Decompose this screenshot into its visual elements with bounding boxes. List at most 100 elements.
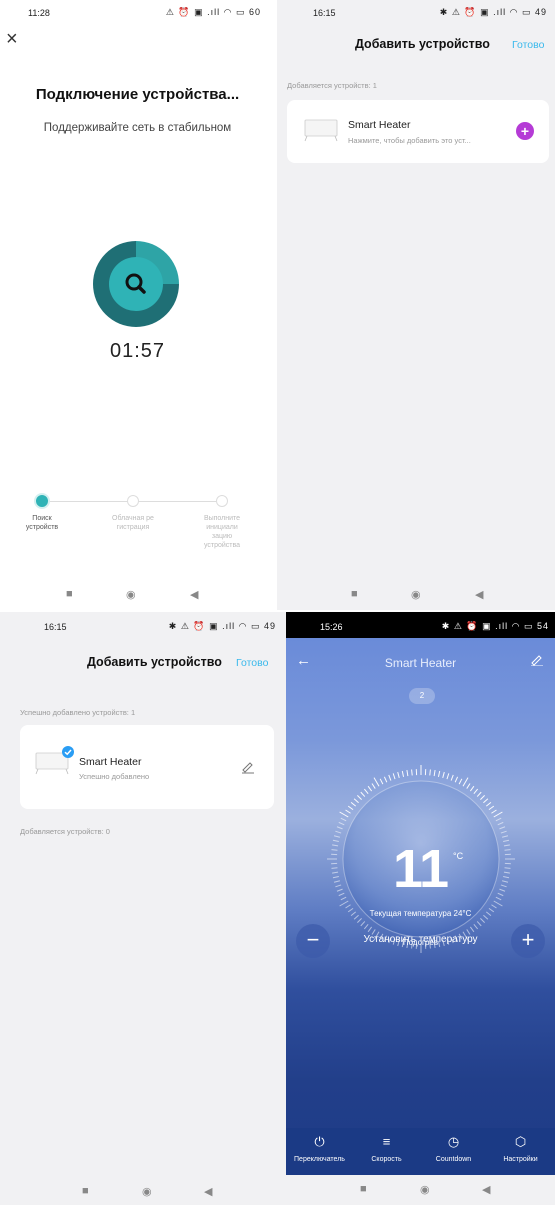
status-time: 15:26 xyxy=(320,622,343,632)
adding-count: Добавляется устройств: 0 xyxy=(20,827,110,836)
home-icon[interactable]: ◉ xyxy=(411,588,421,601)
status-bar: 16:15 ✱ ⚠ ⏰ ▣ .ıll ◠ ▭ 49 xyxy=(0,612,286,638)
target-temperature: 11 xyxy=(392,839,449,899)
device-hint: Нажмите, чтобы добавить это уст... xyxy=(348,136,471,145)
step-dot-search xyxy=(36,495,48,507)
dial-tick xyxy=(360,791,366,797)
step-label-init: Выполните инициали зацию устройства xyxy=(203,515,241,549)
back-icon[interactable]: ◀ xyxy=(475,588,483,601)
step-dot-cloud xyxy=(127,495,139,507)
dial-tick xyxy=(350,801,357,807)
device-added-screen: 16:15 ✱ ⚠ ⏰ ▣ .ıll ◠ ▭ 49 Добавить устро… xyxy=(0,612,286,1205)
device-name: Smart Heater xyxy=(348,119,411,131)
device-name: Smart Heater xyxy=(79,756,142,768)
dial-tick xyxy=(335,830,342,834)
status-bar: 11:28 ⚠ ⏰ ▣ .ıll ◠ ▭ 60 xyxy=(0,0,275,26)
edit-icon[interactable] xyxy=(241,760,255,774)
recent-apps-icon[interactable]: ■ xyxy=(66,588,73,600)
settings-button[interactable]: ⬡ Настройки xyxy=(487,1134,554,1163)
dial-tick xyxy=(353,798,359,804)
current-temperature: Текущая температура 24°C xyxy=(369,909,472,918)
dial-tick xyxy=(379,778,384,785)
speed-label: Скорость xyxy=(371,1156,402,1163)
recent-apps-icon[interactable]: ■ xyxy=(360,1183,367,1195)
adding-count: Добавляется устройств: 1 xyxy=(287,81,377,90)
dial-tick xyxy=(397,771,400,778)
status-icons: ✱ ⚠ ⏰ ▣ .ıll ◠ ▭ 54 xyxy=(441,621,549,631)
dial-tick xyxy=(392,773,396,780)
back-icon[interactable]: ◀ xyxy=(482,1183,490,1196)
search-progress-ring xyxy=(93,241,179,327)
dial-tick xyxy=(493,900,503,907)
countdown-label: Countdown xyxy=(435,1156,472,1163)
dial-tick xyxy=(491,809,497,814)
dial-tick xyxy=(442,771,445,778)
dial-tick xyxy=(485,801,492,807)
dial-tick xyxy=(495,817,502,822)
back-icon[interactable]: ◀ xyxy=(190,588,198,601)
screenshot-collage: 11:28 ⚠ ⏰ ▣ .ıll ◠ ▭ 60 × Подключение ус… xyxy=(0,0,555,1205)
done-button[interactable]: Готово xyxy=(236,657,268,669)
settings-label: Настройки xyxy=(503,1156,538,1163)
dial-tick xyxy=(339,900,349,907)
search-progress-center xyxy=(109,257,163,311)
timer-icon: ◷ xyxy=(447,1134,460,1149)
dial-tick xyxy=(497,821,504,826)
recent-apps-icon[interactable]: ■ xyxy=(82,1185,89,1197)
dial-tick xyxy=(500,830,507,834)
search-icon xyxy=(125,273,146,294)
speed-button[interactable]: ≡ Скорость xyxy=(353,1134,420,1163)
dial-tick xyxy=(401,770,405,777)
dial-tick xyxy=(499,826,506,830)
add-device-button[interactable]: + xyxy=(516,122,534,140)
dial-tick xyxy=(429,769,431,776)
status-bar: 15:26 ✱ ⚠ ⏰ ▣ .ıll ◠ ▭ 54 xyxy=(286,612,555,638)
dial-tick xyxy=(458,778,463,785)
set-temperature-row: − Установить температуру + xyxy=(286,918,555,978)
dial-tick xyxy=(493,811,503,818)
system-navbar: ■ ◉ ◀ xyxy=(0,580,275,610)
dial-tick xyxy=(340,817,347,822)
system-navbar: ■ ◉ ◀ xyxy=(0,1175,286,1205)
home-icon[interactable]: ◉ xyxy=(420,1183,430,1196)
dial-tick xyxy=(433,770,436,777)
recent-apps-icon[interactable]: ■ xyxy=(351,588,358,600)
status-time: 16:15 xyxy=(313,8,336,18)
dial-tick xyxy=(473,788,479,795)
device-card[interactable]: Smart Heater Успешно добавлено xyxy=(20,725,274,809)
dial-tick xyxy=(383,776,388,783)
step-label-search: Поиск устройств xyxy=(25,515,59,531)
dial-tick xyxy=(450,774,454,781)
page-title: Подключение устройства... xyxy=(35,86,240,103)
progress-steps: Поиск устройств Облачная ре гистрация Выпо… xyxy=(0,494,275,554)
dial-tick xyxy=(345,809,351,814)
page-subtitle: Поддерживайте сеть в стабильном xyxy=(43,122,232,134)
dial-tick xyxy=(437,770,441,777)
close-icon[interactable]: × xyxy=(6,28,18,51)
status-time: 16:15 xyxy=(44,622,67,632)
status-time: 11:28 xyxy=(28,8,50,18)
done-button[interactable]: Готово xyxy=(512,39,544,51)
status-icons: ✱ ⚠ ⏰ ▣ .ıll ◠ ▭ 49 xyxy=(439,7,547,17)
back-icon[interactable]: ◀ xyxy=(204,1185,212,1198)
dial-tick xyxy=(363,788,369,795)
countdown-button[interactable]: ◷ Countdown xyxy=(420,1134,487,1163)
power-switch-button[interactable]: ⏻ Переключатель xyxy=(286,1134,353,1163)
status-icons: ⚠ ⏰ ▣ .ıll ◠ ▭ 60 xyxy=(165,7,261,17)
dial-tick xyxy=(357,795,362,800)
edit-icon[interactable] xyxy=(531,654,543,666)
dial-tick xyxy=(371,783,376,789)
dial-tick xyxy=(373,777,380,787)
home-icon[interactable]: ◉ xyxy=(126,588,136,601)
heater-icon xyxy=(304,119,338,142)
device-card[interactable]: Smart Heater Нажмите, чтобы добавить это… xyxy=(287,100,549,163)
step-label-cloud: Облачная ре гистрация xyxy=(112,515,154,531)
system-navbar: ■ ◉ ◀ xyxy=(277,580,555,610)
increase-temp-button[interactable]: + xyxy=(511,924,545,958)
page-title: Добавить устройство xyxy=(355,37,490,51)
home-icon[interactable]: ◉ xyxy=(142,1185,152,1198)
countdown-timer: 01:57 xyxy=(109,340,166,362)
control-bar: ⏻ Переключатель ≡ Скорость ◷ Countdown ⬡… xyxy=(286,1128,555,1178)
dial-tick xyxy=(476,791,482,797)
dial-tick xyxy=(488,805,495,811)
